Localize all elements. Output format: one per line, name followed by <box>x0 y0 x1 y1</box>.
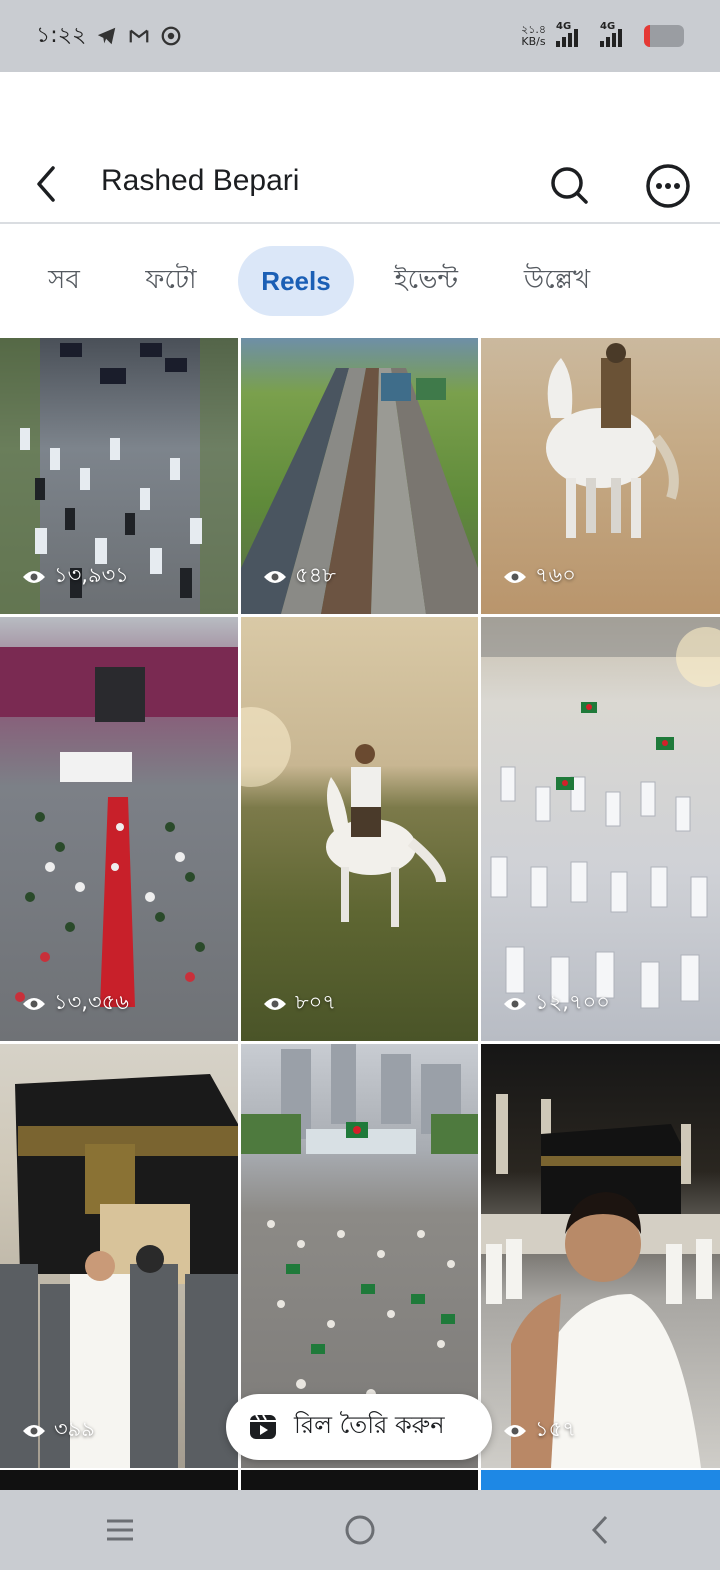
network-type-1: 4G <box>556 21 572 32</box>
next-reel-thumbnail-1[interactable] <box>0 1470 238 1490</box>
reel-thumbnail-procession[interactable]: ১৩,৯৩১ <box>0 338 238 614</box>
view-count-text: ১৩,৩৫৬ <box>54 990 129 1014</box>
view-count-text: ১৫৭ <box>535 1417 576 1441</box>
tab-events[interactable]: ইভেন্ট <box>378 246 474 316</box>
view-count: ৩৯৯ <box>22 1413 95 1448</box>
view-count-text: ১৩,৯৩১ <box>54 563 129 587</box>
battery-icon <box>644 25 684 47</box>
tab-all[interactable]: সব <box>28 246 100 316</box>
back-arrow-icon <box>37 166 55 202</box>
system-back-button[interactable] <box>580 1510 620 1550</box>
view-count: ১৩,৩৫৬ <box>22 986 129 1021</box>
eye-icon <box>23 997 45 1010</box>
page-title: Rashed Bepari <box>101 164 300 197</box>
eye-icon <box>504 997 526 1010</box>
more-options-icon <box>646 164 690 208</box>
tab-mentions[interactable]: উল্লেখ <box>506 246 608 316</box>
view-count: ৮০৭ <box>263 986 336 1021</box>
view-count-text: ৭৬০ <box>535 563 576 587</box>
reels-grid: ১৩,৯৩১ ৫৪৮ ৭৬০ ১৩,৩৫৬ ৮০৭ ১২,৭০০ ৩৯৯ ১৫৭ <box>0 338 720 1490</box>
reel-thumbnail-railway[interactable]: ৫৪৮ <box>241 338 478 614</box>
view-count: ১৫৭ <box>503 1413 576 1448</box>
next-row-strip <box>0 1470 720 1490</box>
create-reel-button[interactable]: রিল তৈরি করুন <box>226 1394 492 1460</box>
view-count: ৭৬০ <box>503 559 576 594</box>
more-options-button[interactable] <box>644 162 692 210</box>
view-count-text: ১২,৭০০ <box>535 990 610 1014</box>
home-circle-icon <box>345 1515 375 1545</box>
network-type-2: 4G <box>600 21 616 32</box>
network-speed-unit: KB/s <box>521 35 546 48</box>
eye-icon <box>504 570 526 583</box>
back-button[interactable] <box>26 162 66 206</box>
eye-icon <box>23 570 45 583</box>
signal-icon-sim1: 4G <box>556 21 590 47</box>
system-nav-bar <box>0 1490 720 1570</box>
view-count: ১২,৭০০ <box>503 986 610 1021</box>
menu-icon <box>107 1519 133 1541</box>
search-icon <box>551 167 588 204</box>
next-reel-thumbnail-3[interactable] <box>481 1470 720 1490</box>
back-chevron-icon <box>591 1515 608 1545</box>
stadium-image <box>0 647 238 1007</box>
reel-thumbnail-kaaba-guards[interactable]: ৩৯৯ <box>0 1044 238 1468</box>
signal-icon-sim2: 4G <box>600 21 634 47</box>
kaaba-guards-image <box>0 1074 238 1468</box>
eye-icon <box>504 1424 526 1437</box>
eye-icon <box>23 1424 45 1437</box>
eye-icon <box>264 997 286 1010</box>
search-button[interactable] <box>548 164 590 206</box>
home-button[interactable] <box>340 1510 380 1550</box>
view-count: ১৩,৯৩১ <box>22 559 129 594</box>
telegram-icon <box>98 27 116 45</box>
reel-thumbnail-desert-rider[interactable]: ৭৬০ <box>481 338 720 614</box>
next-reel-thumbnail-2[interactable] <box>241 1470 478 1490</box>
reel-thumbnail-white-crowd[interactable]: ১২,৭০০ <box>481 617 720 1041</box>
view-count-text: ৮০৭ <box>295 990 336 1014</box>
status-time: ১:২২ <box>36 22 87 48</box>
status-bar: ১:২২ ২১.৪ KB/s 4G 4G <box>0 0 720 72</box>
chrome-icon <box>161 26 181 46</box>
network-speed: ২১.৪ KB/s <box>521 24 546 48</box>
create-reel-label: রিল তৈরি করুন <box>294 1411 445 1439</box>
ihram-man-image <box>481 1094 720 1468</box>
view-count-text: ৫৪৮ <box>295 563 336 587</box>
page-header: Rashed Bepari <box>0 148 720 222</box>
tab-photos[interactable]: ফটো <box>128 246 214 316</box>
field-rider-image <box>241 707 446 927</box>
tab-reels[interactable]: Reels <box>238 246 354 316</box>
white-crowd-image <box>481 617 720 1009</box>
header-divider <box>0 222 720 224</box>
battery-level <box>644 25 650 47</box>
reel-thumbnail-ihram-man[interactable]: ১৫৭ <box>481 1044 720 1468</box>
recent-apps-button[interactable] <box>100 1510 140 1550</box>
reel-thumbnail-stadium[interactable]: ১৩,৩৫৬ <box>0 617 238 1041</box>
view-count-text: ৩৯৯ <box>54 1417 95 1441</box>
status-left: ১:২২ <box>36 18 182 55</box>
tab-bar: সব ফটো Reels ইভেন্ট উল্লেখ <box>0 246 720 318</box>
reel-thumbnail-field-rider[interactable]: ৮০৭ <box>241 617 478 1041</box>
gmail-icon <box>129 29 149 43</box>
reel-icon <box>250 1414 276 1439</box>
view-count: ৫৪৮ <box>263 559 336 594</box>
eye-icon <box>264 570 286 583</box>
status-right: ২১.৪ KB/s 4G 4G <box>521 21 684 48</box>
